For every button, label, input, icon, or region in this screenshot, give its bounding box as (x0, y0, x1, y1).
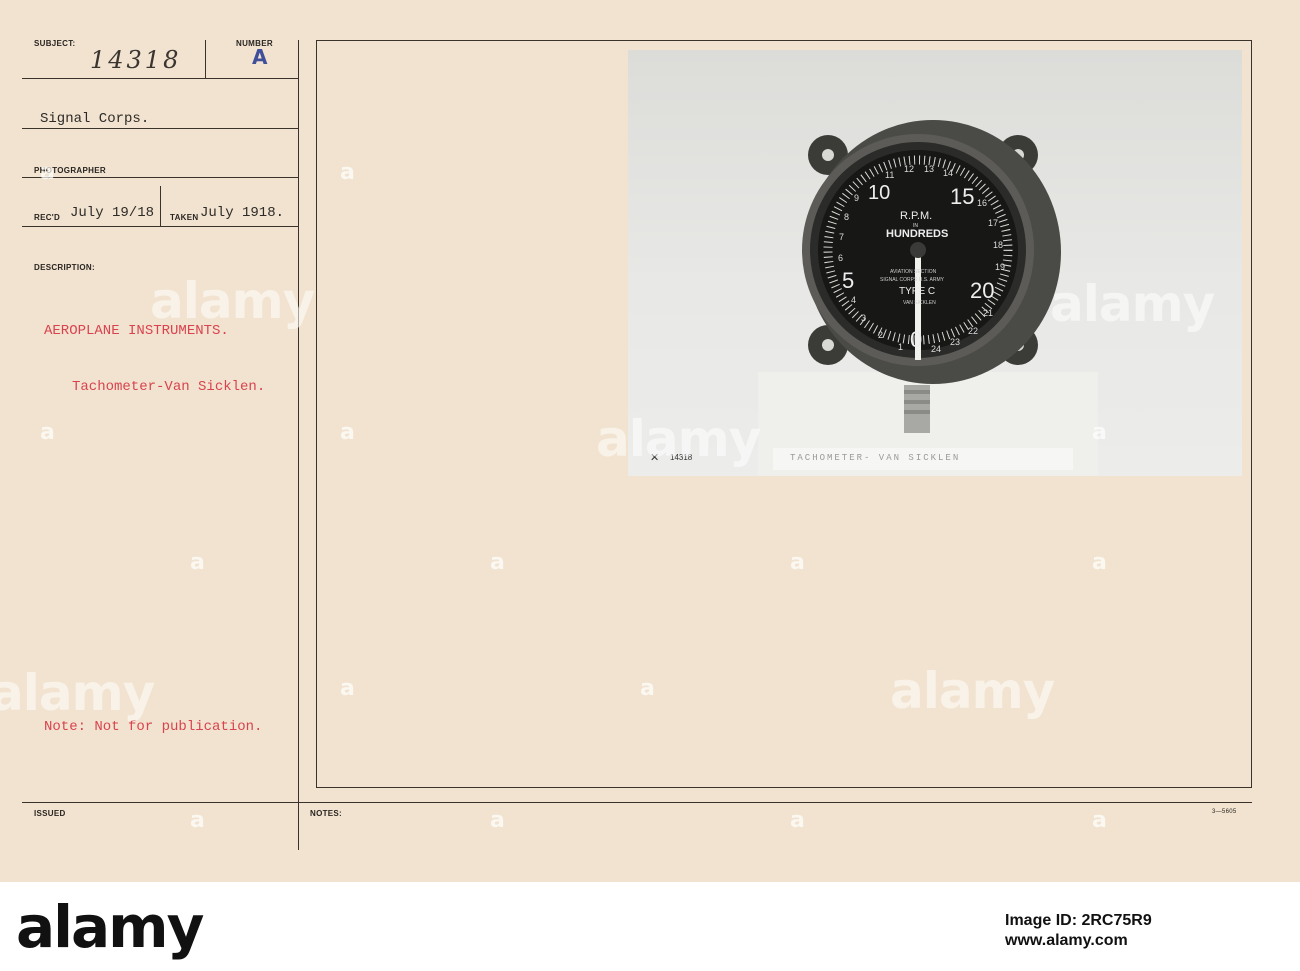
subject-number: 14318 (90, 46, 182, 74)
watermark-mark: a (340, 420, 355, 445)
dial-numeral-24: 24 (931, 344, 942, 354)
dial-maker-3: VAN SICKLEN (903, 300, 936, 306)
dial-numeral-7: 7 (839, 232, 845, 242)
watermark-mark: a (190, 550, 205, 575)
dates-line (22, 226, 299, 227)
watermark-mark: a (1092, 808, 1107, 833)
dial-numeral-21: 21 (983, 308, 994, 318)
footer-image-id: Image ID: 2RC75R9 (1005, 912, 1152, 929)
watermark-mark: a (1092, 420, 1107, 445)
dates-divider (160, 186, 161, 226)
watermark-mark: a (1092, 550, 1107, 575)
dial-numeral-4: 4 (851, 295, 857, 305)
watermark-logo: alamy (0, 664, 155, 722)
taken-date: July 1918. (200, 205, 285, 221)
watermark-mark: a (640, 676, 655, 701)
issued-label: ISSUED (34, 809, 66, 818)
dial-numeral-19: 19 (995, 262, 1006, 272)
watermark-mark: a (40, 420, 55, 445)
watermark-logo: alamy (150, 272, 315, 330)
watermark-logo: alamy (890, 662, 1055, 720)
footer-url[interactable]: www.alamy.com (1005, 932, 1128, 950)
notes-label: NOTES: (310, 809, 343, 818)
dial-maker-2: SIGNAL CORPS U.S. ARMY (880, 277, 944, 283)
dial-numeral-10: 10 (868, 182, 891, 204)
dial-units-3: HUNDREDS (886, 228, 949, 240)
recd-label: REC'D (34, 213, 61, 222)
dial-numeral-11: 11 (885, 170, 895, 180)
dial-numeral-2: 2 (878, 330, 884, 340)
dial-numeral-1: 1 (898, 342, 904, 352)
form-code: 3—5605 (1212, 809, 1237, 815)
photographer-line (22, 177, 299, 178)
description-item: Tachometer-Van Sicklen. (72, 379, 266, 395)
dial-numeral-9: 9 (854, 193, 860, 203)
footer-logo: alamy (16, 893, 204, 961)
watermark-mark: a (790, 550, 805, 575)
dial-numeral-13: 13 (924, 164, 935, 174)
bottom-line (22, 802, 1252, 803)
dial-numeral-23: 23 (950, 337, 961, 347)
dial-numeral-8: 8 (844, 212, 850, 222)
watermark-mark: a (340, 160, 355, 185)
number-value: A (252, 45, 268, 69)
dial-maker-1: AVIATION SECTION (890, 269, 937, 275)
left-column-border (298, 40, 299, 850)
dial-numeral-3: 3 (861, 313, 867, 323)
watermark-mark: a (190, 808, 205, 833)
dial-type: TYPE C (899, 286, 936, 297)
subject-line (22, 78, 299, 79)
recd-date: July 19/18 (70, 205, 155, 221)
watermark-mark: a (490, 808, 505, 833)
photo-frame-left (316, 40, 317, 787)
watermark-mark: a (40, 160, 55, 185)
organization: Signal Corps. (40, 111, 150, 127)
taken-label: TAKEN (170, 213, 199, 222)
watermark-mark: a (790, 808, 805, 833)
watermark-mark: a (340, 676, 355, 701)
photo-frame-top (316, 40, 1252, 41)
organization-line (22, 128, 299, 129)
photo-frame-right (1251, 40, 1252, 787)
dial-numeral-15: 15 (950, 184, 975, 209)
watermark-logo: alamy (1050, 275, 1215, 333)
dial-numeral-16: 16 (977, 198, 988, 208)
watermark-mark: a (490, 550, 505, 575)
dial-numeral-22: 22 (968, 326, 979, 336)
watermark-logo: alamy (596, 410, 761, 468)
dial-numeral-0: 0 (910, 327, 923, 352)
dial-numeral-12: 12 (904, 164, 915, 174)
dial-numeral-14: 14 (943, 168, 954, 178)
description-label: DESCRIPTION: (34, 263, 95, 272)
dial-numeral-5: 5 (842, 268, 855, 293)
photo-frame-bottom (316, 787, 1252, 788)
dial-units-1: R.P.M. (900, 210, 933, 222)
subject-label: SUBJECT: (34, 39, 76, 48)
subject-number-divider (205, 40, 206, 78)
dial-numeral-18: 18 (993, 240, 1004, 250)
dial-numeral-6: 6 (838, 253, 844, 263)
dial-numeral-17: 17 (988, 218, 999, 228)
dial-numeral-20: 20 (970, 278, 995, 303)
